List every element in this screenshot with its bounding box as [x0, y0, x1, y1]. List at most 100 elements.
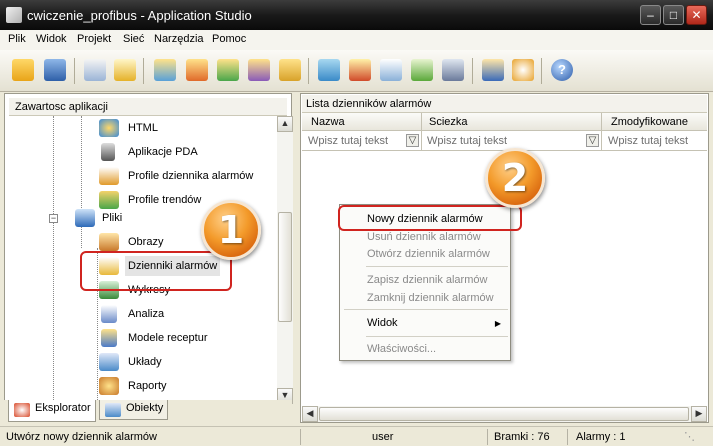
analysis-icon: [101, 305, 117, 323]
horizontal-scrollbar[interactable]: ◀ ▶: [302, 406, 707, 422]
menu-item-label: Widok: [367, 317, 398, 329]
column-sciezka[interactable]: Sciezka: [429, 116, 468, 128]
report-icon[interactable]: [380, 59, 402, 81]
scroll-up-icon[interactable]: ▲: [277, 116, 293, 132]
scripts-icon[interactable]: [279, 59, 301, 81]
chart-icon[interactable]: [411, 59, 433, 81]
app-icon: [6, 7, 22, 23]
menu-widok[interactable]: Widok: [36, 33, 67, 45]
menu-narzedzia[interactable]: Narzędzia: [154, 33, 204, 45]
filter-icon[interactable]: ▽: [586, 134, 599, 147]
tree-item-layouts[interactable]: Układy: [81, 352, 261, 372]
column-divider[interactable]: [421, 113, 422, 131]
menu-item-save-alarm-log[interactable]: Zapisz dziennik alarmów: [341, 272, 509, 289]
toolbar-separator: [541, 58, 542, 84]
recipes-icon[interactable]: [248, 59, 270, 81]
column-zmodyfikowane[interactable]: Zmodyfikowane: [611, 116, 688, 128]
grid-header: Nazwa Sciezka Zmodyfikowane: [302, 113, 707, 131]
html-icon: [99, 119, 119, 137]
save-icon[interactable]: [44, 59, 66, 81]
menu-separator: [366, 336, 508, 337]
filter-icon[interactable]: ▽: [406, 134, 419, 147]
tab-obiekty[interactable]: Obiekty: [99, 400, 169, 420]
resize-grip-icon[interactable]: ⋱: [684, 430, 695, 443]
step-badge-1: 1: [201, 200, 261, 260]
tree-item-label: Pliki: [102, 212, 123, 224]
alarm-triangle-icon[interactable]: [114, 59, 136, 81]
alarm-log-icon[interactable]: [349, 59, 371, 81]
tree-item-label: Profile dziennika alarmów: [128, 170, 254, 182]
status-separator: [300, 429, 301, 445]
new-document-icon[interactable]: [84, 59, 106, 81]
menu-item-delete-alarm-log[interactable]: Usuń dziennik alarmów: [341, 229, 509, 246]
scroll-thumb[interactable]: [319, 407, 689, 421]
column-divider[interactable]: [601, 113, 602, 131]
column-divider: [601, 131, 602, 151]
layout-icon[interactable]: [318, 59, 340, 81]
filter-row: Wpisz tutaj tekst ▽ Wpisz tutaj tekst ▽ …: [302, 131, 707, 151]
tree-item-analysis[interactable]: Analiza: [81, 304, 261, 324]
tree-scrollbar[interactable]: ▲ ▼: [277, 116, 293, 404]
maximize-button[interactable]: □: [663, 5, 684, 25]
tree-item-recipe-models[interactable]: Modele receptur: [81, 328, 261, 348]
filter-zmodyfikowane-input[interactable]: Wpisz tutaj tekst: [608, 135, 688, 147]
highlight-ring-tree-item: [80, 251, 232, 291]
menu-bar: Plik Widok Projekt Sieć Narzędzia Pomoc: [0, 30, 713, 50]
minimize-button[interactable]: –: [640, 5, 661, 25]
alarm-log-profile-icon: [99, 167, 119, 185]
status-alarms: Alarmy : 1: [576, 431, 626, 443]
print-icon[interactable]: [442, 59, 464, 81]
files-icon: [75, 209, 95, 227]
window-title: cwiczenie_profibus - Application Studio: [27, 8, 252, 23]
tree-item-label: Analiza: [128, 308, 165, 320]
screens-icon[interactable]: [186, 59, 208, 81]
highlight-ring-menu-item: [338, 205, 522, 231]
tree-line: [53, 116, 54, 404]
menu-siec[interactable]: Sieć: [123, 33, 144, 45]
tab-eksplorator[interactable]: Eksplorator: [8, 400, 96, 422]
filter-sciezka-input[interactable]: Wpisz tutaj tekst: [427, 135, 507, 147]
tree-item-alarm-log-profiles[interactable]: Profile dziennika alarmów: [81, 166, 277, 186]
status-message: Utwórz nowy dziennik alarmów: [6, 431, 157, 443]
menu-item-open-alarm-log[interactable]: Otwórz dziennik alarmów: [341, 246, 509, 263]
step-badge-2: 2: [485, 148, 545, 208]
explorer-icon: [14, 403, 30, 417]
tree-item-label: Obrazy: [128, 236, 164, 248]
transfer-icon[interactable]: [482, 59, 504, 81]
scroll-left-icon[interactable]: ◀: [302, 406, 318, 422]
tree-item-pda[interactable]: Aplikacje PDA: [81, 142, 261, 162]
menu-item-view[interactable]: Widok ▶: [341, 315, 509, 332]
scroll-thumb[interactable]: [278, 212, 292, 322]
images-icon: [99, 233, 119, 251]
menu-item-properties[interactable]: Właściwości...: [341, 341, 509, 358]
pda-icon: [101, 143, 115, 161]
menu-item-close-alarm-log[interactable]: Zamknij dziennik alarmów: [341, 290, 509, 307]
tree-item-reports[interactable]: Raporty: [81, 376, 261, 396]
reports-icon: [99, 377, 119, 395]
menu-plik[interactable]: Plik: [8, 33, 26, 45]
toolbar-separator: [143, 58, 144, 84]
toolbar-separator: [472, 58, 473, 84]
tree-item-label: Układy: [128, 356, 162, 368]
tree-item-label: Modele receptur: [128, 332, 208, 344]
column-nazwa[interactable]: Nazwa: [311, 116, 345, 128]
tree-item-html[interactable]: HTML: [81, 118, 261, 138]
tree-item-label: Profile trendów: [128, 194, 202, 206]
network-icon[interactable]: [512, 59, 534, 81]
status-bar: Utwórz nowy dziennik alarmów user Bramki…: [0, 426, 713, 446]
tab-label: Eksplorator: [35, 402, 91, 414]
open-folder-icon[interactable]: [12, 59, 34, 81]
menu-pomoc[interactable]: Pomoc: [212, 33, 246, 45]
trends-icon[interactable]: [217, 59, 239, 81]
filter-nazwa-input[interactable]: Wpisz tutaj tekst: [308, 135, 388, 147]
scroll-right-icon[interactable]: ▶: [691, 406, 707, 422]
recipe-models-icon: [101, 329, 117, 347]
menu-projekt[interactable]: Projekt: [77, 33, 111, 45]
toolbar: ?: [0, 50, 713, 92]
help-icon[interactable]: ?: [551, 59, 573, 81]
toolbar-separator: [308, 58, 309, 84]
status-gates: Bramki : 76: [494, 431, 550, 443]
close-button[interactable]: ✕: [686, 5, 707, 25]
tags-icon[interactable]: [154, 59, 176, 81]
explorer-tabs: Eksplorator Obiekty: [4, 400, 292, 424]
